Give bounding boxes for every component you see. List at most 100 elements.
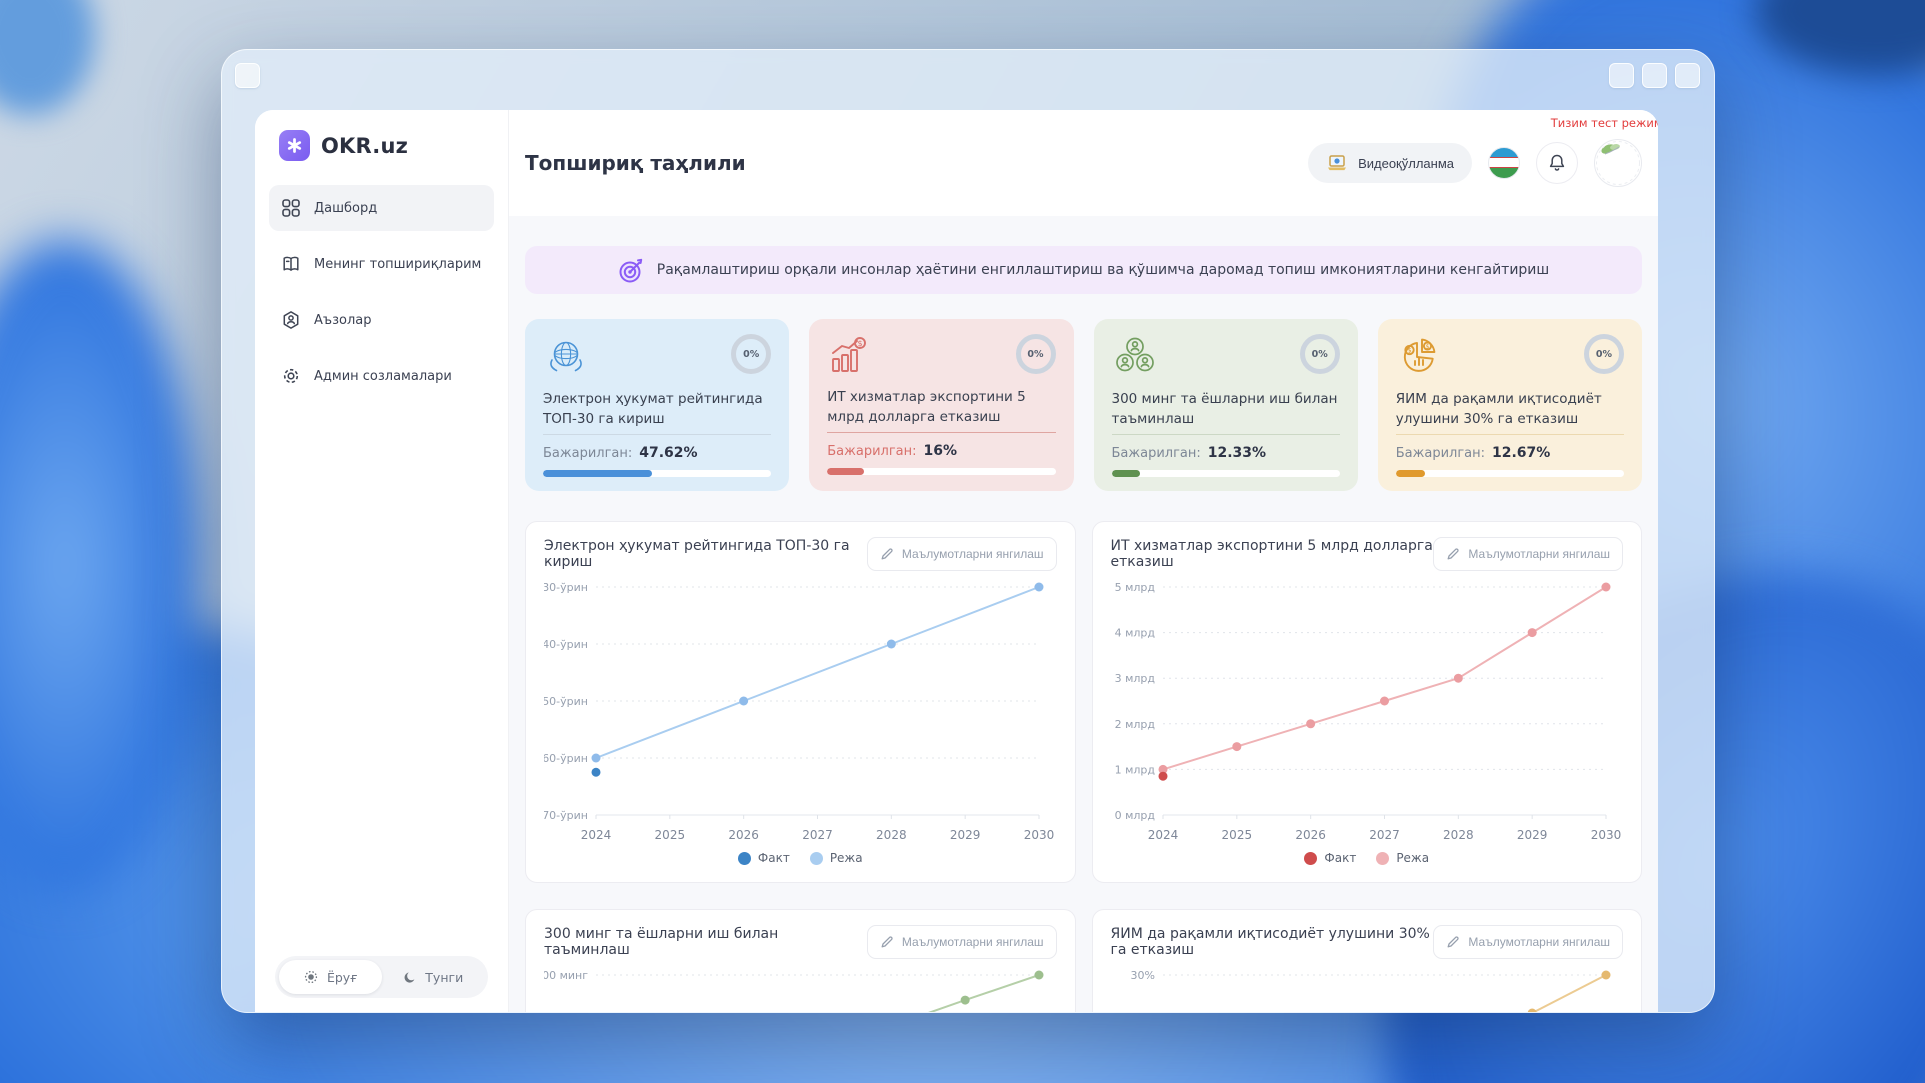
video-guide-label: Видеоқўлланма: [1358, 156, 1454, 171]
divider: [1396, 434, 1624, 435]
svg-text:2029: 2029: [1516, 828, 1547, 842]
update-data-button[interactable]: Маълумотларни янгилаш: [867, 537, 1057, 571]
digital-economy-chart: 30%2024202520262027202820292030: [1111, 965, 1622, 1012]
svg-text:5 млрд: 5 млрд: [1114, 581, 1155, 594]
svg-text:$: $: [1425, 343, 1429, 350]
theme-light-option[interactable]: Ёруғ: [279, 960, 382, 994]
svg-text:2 млрд: 2 млрд: [1114, 718, 1155, 731]
update-data-button[interactable]: Маълумотларни янгилаш: [1433, 925, 1623, 959]
system-test-mode-banner: Тизим тест режими: [1551, 116, 1658, 130]
progress-track: [543, 470, 771, 477]
svg-text:40-ўрин: 40-ўрин: [544, 638, 588, 651]
sun-icon: [303, 969, 319, 985]
progress-fill: [827, 468, 864, 475]
theme-light-label: Ёруғ: [327, 970, 358, 985]
main-header: Топшириқ таҳлили Видеоқўлланма: [509, 110, 1658, 216]
svg-text:300 минг: 300 минг: [544, 969, 588, 982]
progress-track: [1396, 470, 1624, 477]
kpi-title: ЯИМ да рақамли иқтисодиёт улушини 30% га…: [1396, 390, 1624, 429]
pie-dollar-icon: $ $: [1396, 334, 1442, 380]
kpi-title: 300 минг та ёшларни иш билан таъминлаш: [1112, 390, 1340, 429]
chart-legend: ФактРежа: [544, 851, 1057, 865]
progress-fill: [1396, 470, 1425, 477]
window-close-button[interactable]: [1675, 63, 1700, 88]
svg-text:30-ўрин: 30-ўрин: [544, 581, 588, 594]
completed-label: Бажарилган:: [543, 446, 632, 461]
kpi-card-egov-rating[interactable]: 0% Электрон ҳукумат рейтингида ТОП-30 га…: [525, 319, 789, 491]
completed-value: 16%: [924, 443, 958, 459]
legend-dot: [1304, 852, 1317, 865]
kpi-progress-ring: 0%: [731, 334, 771, 374]
svg-text:60-ўрин: 60-ўрин: [544, 752, 588, 765]
divider: [1112, 434, 1340, 435]
kpi-card-digital-economy[interactable]: $ $ 0% ЯИМ да рақамли иқтисодиёт улушини…: [1378, 319, 1642, 491]
page-title: Топшириқ таҳлили: [525, 151, 746, 175]
member-icon: [281, 310, 301, 330]
kpi-card-youth-employment[interactable]: 0% 300 минг та ёшларни иш билан таъминла…: [1094, 319, 1358, 491]
app-window: OKR.uz Дашборд: [221, 49, 1715, 1013]
kpi-progress-ring: 0%: [1016, 334, 1056, 374]
gear-icon: [281, 366, 301, 386]
completed-value: 47.62%: [639, 445, 697, 461]
sidebar: OKR.uz Дашборд: [255, 110, 509, 1012]
svg-text:2027: 2027: [1369, 828, 1400, 842]
window-controls: [1609, 63, 1700, 88]
progress-fill: [1112, 470, 1140, 477]
pencil-icon: [880, 935, 894, 949]
svg-text:70-ўрин: 70-ўрин: [544, 809, 588, 822]
sidebar-item-my-tasks[interactable]: Менинг топшириқларим: [269, 241, 494, 287]
completed-label: Бажарилган:: [1112, 446, 1201, 461]
window-minimize-button[interactable]: [1609, 63, 1634, 88]
svg-text:2025: 2025: [1221, 828, 1252, 842]
desktop-background: OKR.uz Дашборд: [0, 0, 1925, 1083]
people-group-icon: [1112, 334, 1158, 380]
pencil-icon: [1446, 547, 1460, 561]
sidebar-item-label: Аъзолар: [314, 313, 371, 328]
notifications-button[interactable]: [1536, 142, 1578, 184]
svg-text:4 млрд: 4 млрд: [1114, 627, 1155, 640]
window-maximize-button[interactable]: [1642, 63, 1667, 88]
egov-rating-chart: 30-ўрин40-ўрин50-ўрин60-ўрин70-ўрин20242…: [544, 577, 1055, 849]
completed-label: Бажарилган:: [1396, 446, 1485, 461]
kpi-card-it-export[interactable]: $ 0% ИТ хизматлар экспортини 5 млрд долл…: [809, 319, 1073, 491]
chart-card-digital-economy: ЯИМ да рақамли иқтисодиёт улушини 30% га…: [1092, 909, 1643, 1012]
completed-value: 12.33%: [1208, 445, 1266, 461]
app-logo-text: OKR.uz: [321, 134, 408, 158]
user-avatar[interactable]: [1594, 139, 1642, 187]
theme-toggle: Ёруғ Тунги: [275, 956, 488, 998]
legend-item: Режа: [1376, 851, 1429, 865]
okr-app: OKR.uz Дашборд: [255, 110, 1658, 1012]
app-logo[interactable]: OKR.uz: [269, 130, 494, 161]
update-data-button[interactable]: Маълумотларни янгилаш: [867, 925, 1057, 959]
video-guide-button[interactable]: Видеоқўлланма: [1308, 143, 1472, 183]
svg-text:0 млрд: 0 млрд: [1114, 809, 1155, 822]
chart-title: ИТ хизматлар экспортини 5 млрд долларга …: [1111, 538, 1434, 570]
pencil-icon: [1446, 935, 1460, 949]
legend-dot: [1376, 852, 1389, 865]
window-menu-button[interactable]: [235, 63, 260, 88]
theme-dark-option[interactable]: Тунги: [382, 960, 485, 994]
chart-row-bottom: 300 минг та ёшларни иш билан таъминлаш М…: [525, 909, 1642, 1012]
svg-text:2030: 2030: [1590, 828, 1621, 842]
svg-text:$: $: [858, 339, 863, 348]
sidebar-item-members[interactable]: Аъзолар: [269, 297, 494, 343]
grid-icon: [281, 198, 301, 218]
update-data-button[interactable]: Маълумотларни янгилаш: [1433, 537, 1623, 571]
sidebar-item-admin-settings[interactable]: Админ созламалари: [269, 353, 494, 399]
growth-chart-icon: $: [827, 334, 871, 378]
completed-label: Бажарилган:: [827, 444, 916, 459]
chart-row-top: Электрон ҳукумат рейтингида ТОП-30 га ки…: [525, 521, 1642, 883]
legend-item: Факт: [738, 851, 790, 865]
book-icon: [281, 254, 301, 274]
uzbekistan-flag-icon[interactable]: [1488, 147, 1520, 179]
sidebar-item-dashboard[interactable]: Дашборд: [269, 185, 494, 231]
it-export-chart: 5 млрд4 млрд3 млрд2 млрд1 млрд0 млрд2024…: [1111, 577, 1622, 849]
chart-title: ЯИМ да рақамли иқтисодиёт улушини 30% га…: [1111, 926, 1434, 958]
mission-text: Рақамлаштириш орқали инсонлар ҳаётини ен…: [657, 262, 1549, 278]
kpi-title: Электрон ҳукумат рейтингида ТОП-30 га ки…: [543, 390, 771, 429]
sidebar-item-label: Админ созламалари: [314, 369, 452, 384]
legend-dot: [810, 852, 823, 865]
svg-text:2028: 2028: [876, 828, 907, 842]
svg-text:2024: 2024: [1147, 828, 1178, 842]
svg-text:50-ўрин: 50-ўрин: [544, 695, 588, 708]
